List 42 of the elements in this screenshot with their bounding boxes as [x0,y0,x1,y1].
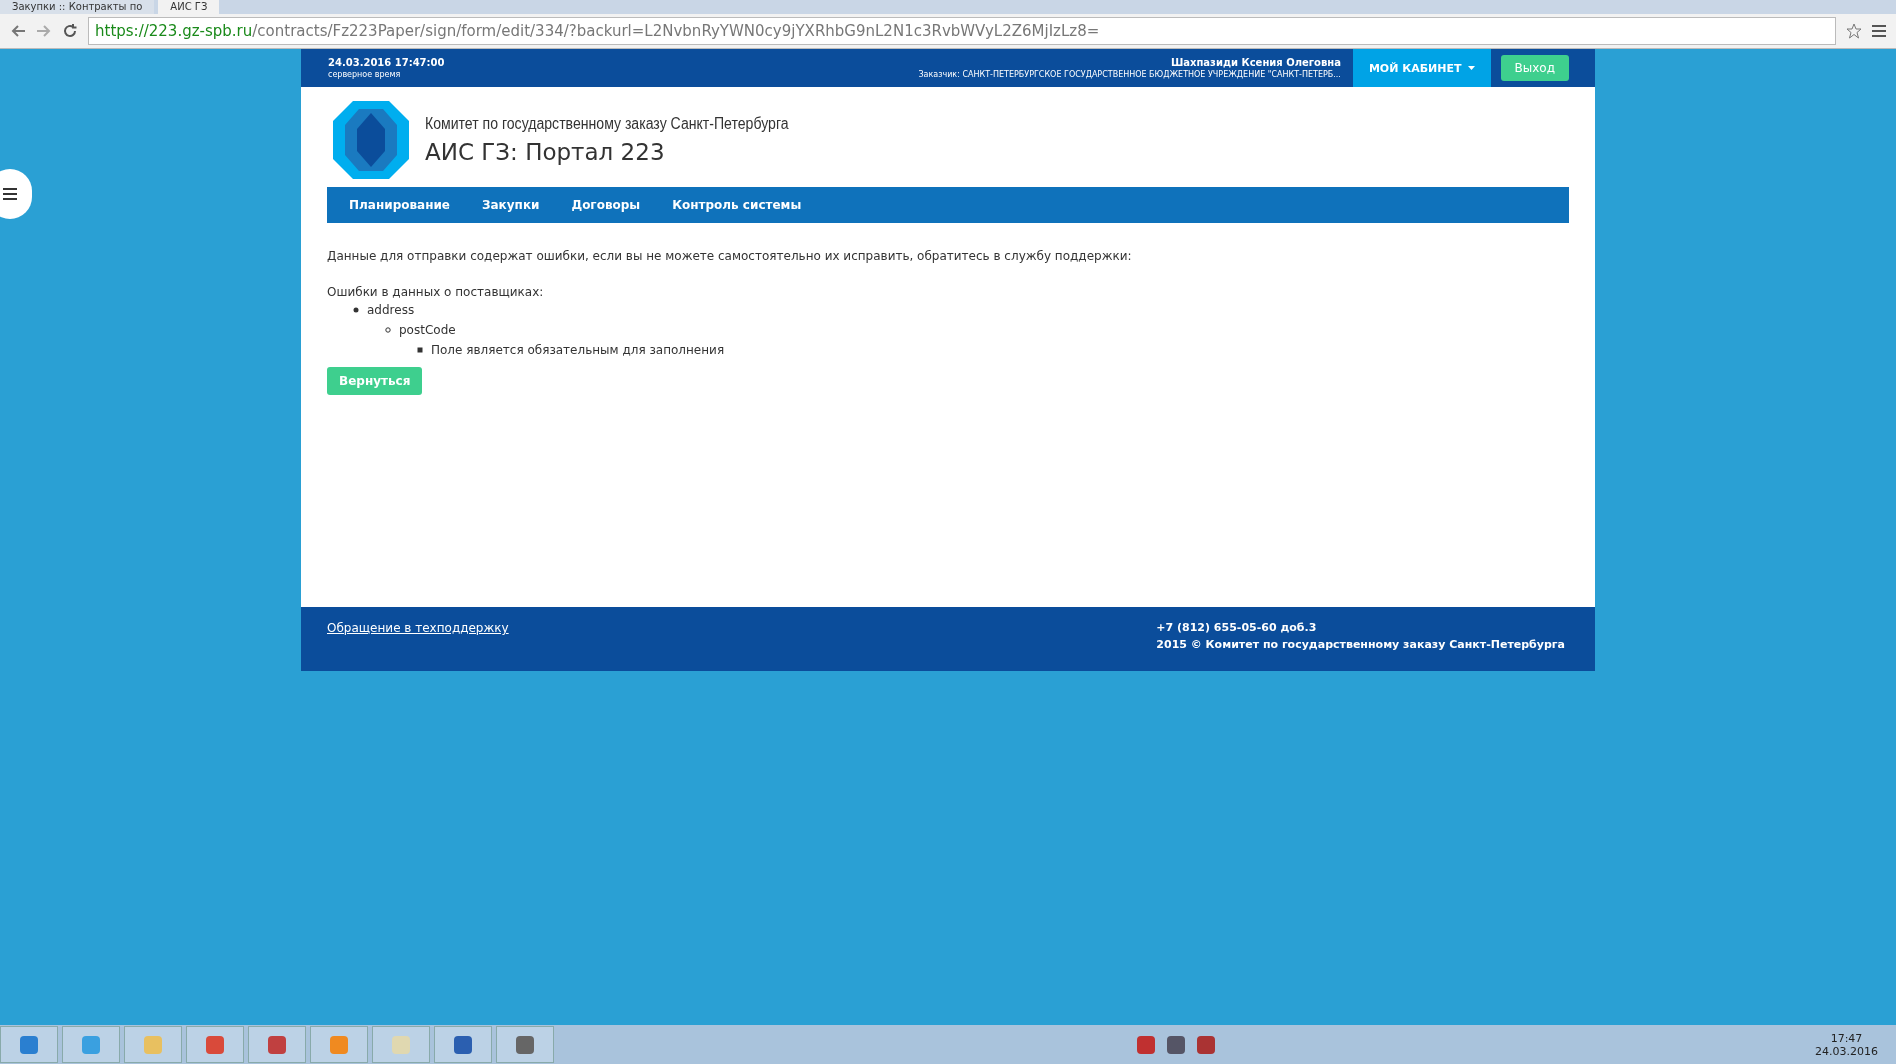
error-item: postCode [399,322,456,339]
menu-icon[interactable] [1872,25,1886,37]
nav-link[interactable]: Договоры [555,198,657,212]
copyright: 2015 © Комитет по государственному заказу Санкт-Петербурга [1156,638,1565,651]
error-message: Данные для отправки содержат ошибки, если вы не можете самостоятельно их исправить, обратитесь в службу поддержки: [327,249,1133,263]
bullet-icon [417,347,423,353]
nav-link[interactable]: Закупки [466,198,556,212]
browser-tab[interactable]: Закупки :: Контракты по [0,0,155,14]
error-item: Поле является обязательным для заполнения [431,342,725,359]
nav-link[interactable]: Планирование [333,198,466,212]
bullet-icon [353,307,359,313]
taskbar-button[interactable] [496,1026,554,1063]
phone-number: +7 (812) 655-05-60 доб.3 [1156,621,1318,634]
address-field[interactable]: https://223.gz-spb.ru/contracts/Fz223Paper/sign/form/edit/334/?backurl=L2NvbnRyYWN0cy9jYXRhbG9nL2N1c3RvbWVyL2Z6MjIzLz8= [88,17,1836,45]
nav-link[interactable]: Контроль системы [656,198,818,212]
forward-arrow-icon[interactable] [36,24,52,38]
support-link[interactable]: Обращение в техподдержку [327,621,509,635]
clock-time: 17:47 [1830,1031,1863,1045]
star-icon[interactable] [1846,23,1862,39]
portal-title: АИС ГЗ: Портал 223 [425,139,666,165]
errors-title: Ошибки в данных о поставщиках: [327,285,545,299]
taskbar-button[interactable] [372,1026,430,1063]
taskbar-button[interactable] [62,1026,120,1063]
server-datetime: 24.03.2016 17:47:00 [328,57,445,68]
taskbar-button[interactable] [434,1026,492,1063]
menu-icon [3,188,17,200]
side-menu-button[interactable] [0,169,32,219]
clock-date: 24.03.2016 [1815,1044,1878,1058]
cabinet-menu-button[interactable]: МОЙ КАБИНЕТ [1352,49,1491,87]
customer-name: Заказчик: САНКТ-ПЕТЕРБУРГСКОЕ ГОСУДАРСТВЕННОЕ БЮДЖЕТНОЕ УЧРЕЖДЕНИЕ "САНКТ-ПЕТЕРБ... [918,70,1341,79]
organization-name: Комитет по государственному заказу Санкт-Петербурга [425,115,789,133]
back-arrow-icon[interactable] [10,24,26,38]
error-item: address [367,302,415,319]
taskbar-button[interactable] [248,1026,306,1063]
bullet-icon [385,327,391,333]
server-time-label: серверное время [328,70,402,79]
browser-tab[interactable]: АИС ГЗ [158,0,220,14]
start-button[interactable] [0,1026,58,1063]
user-name: Шахпазиди Ксения Олеговна [1170,57,1341,68]
caret-icon [1467,66,1475,70]
taskbar-button[interactable] [186,1026,244,1063]
reload-icon[interactable] [62,23,78,39]
